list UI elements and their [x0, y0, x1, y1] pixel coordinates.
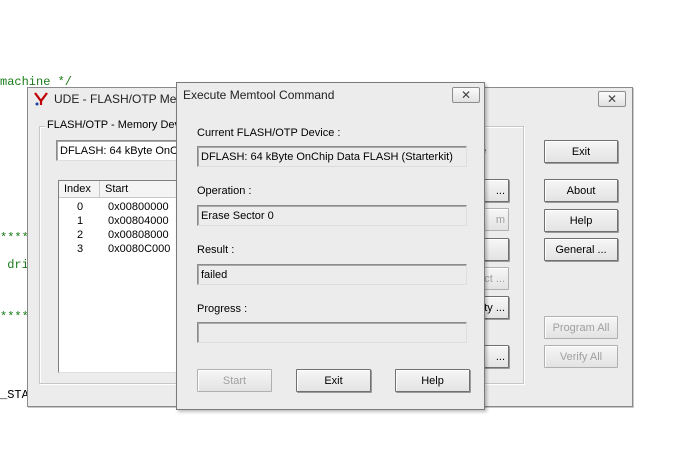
operation-value: Erase Sector 0	[201, 209, 274, 222]
table-header-index[interactable]: Index	[59, 181, 100, 198]
progress-bar	[197, 322, 467, 343]
dialog-titlebar[interactable]: Execute Memtool Command	[177, 83, 484, 107]
general-button[interactable]: General ...	[544, 238, 618, 261]
row-start: 0x00804000	[108, 215, 169, 227]
start-button[interactable]: Start	[197, 369, 272, 392]
row-start: 0x0080C000	[108, 243, 171, 255]
device-field: DFLASH: 64 kByte OnChip Data FLASH (Star…	[197, 146, 467, 167]
verify-all-button[interactable]: Verify All	[544, 345, 618, 368]
exit-button[interactable]: Exit	[544, 140, 618, 163]
row-start: 0x00800000	[108, 201, 169, 213]
result-label: Result :	[197, 244, 235, 256]
row-index: 0	[77, 201, 84, 213]
operation-label: Operation :	[197, 185, 252, 197]
program-all-button[interactable]: Program All	[544, 316, 618, 339]
about-button[interactable]: About	[544, 179, 618, 202]
progress-label: Progress :	[197, 303, 248, 315]
close-icon: ✕	[460, 88, 472, 102]
row-start: 0x00808000	[108, 229, 169, 241]
ude-close-button[interactable]: ✕	[598, 91, 626, 107]
device-value: DFLASH: 64 kByte OnChip Data FLASH (Star…	[201, 150, 453, 163]
code-line-sta: _STA	[0, 388, 29, 402]
dialog-close-button[interactable]: ✕	[452, 87, 480, 103]
dialog-title: Execute Memtool Command	[183, 88, 335, 102]
help-button[interactable]: Help	[544, 209, 618, 232]
device-select-value: DFLASH: 64 kByte OnCh	[60, 144, 185, 157]
result-value: failed	[201, 268, 228, 281]
result-field: failed	[197, 264, 467, 285]
device-label: Current FLASH/OTP Device :	[197, 127, 341, 139]
ude-window-title: UDE - FLASH/OTP Mem	[54, 92, 187, 106]
row-index: 3	[77, 243, 84, 255]
ude-app-icon	[34, 92, 48, 106]
operation-field: Erase Sector 0	[197, 205, 467, 226]
close-icon: ✕	[606, 92, 618, 106]
dialog-exit-button[interactable]: Exit	[296, 369, 371, 392]
memtool-dialog: Execute Memtool Command ✕ Current FLASH/…	[176, 82, 485, 410]
row-index: 1	[77, 215, 84, 227]
memory-device-group-label: FLASH/OTP - Memory Dev	[45, 119, 183, 131]
dialog-help-button[interactable]: Help	[395, 369, 470, 392]
code-line-dri: dri	[0, 258, 29, 272]
row-index: 2	[77, 229, 84, 241]
